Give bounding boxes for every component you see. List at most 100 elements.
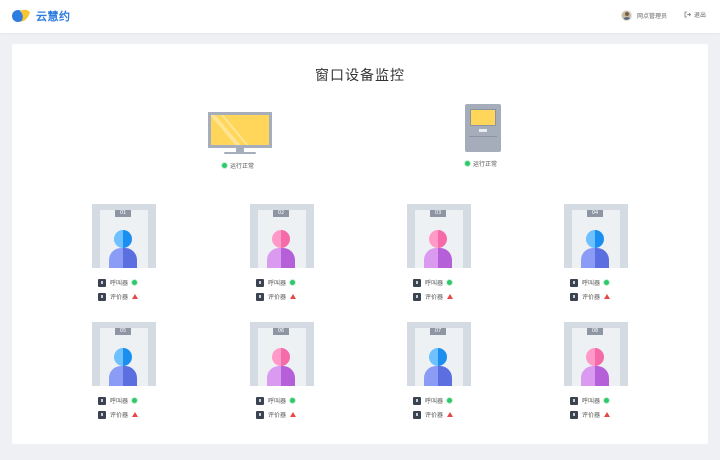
warning-icon bbox=[290, 412, 297, 417]
status-ok-icon bbox=[465, 161, 470, 166]
caller-icon bbox=[98, 278, 106, 287]
avatar bbox=[621, 10, 632, 21]
caller-icon bbox=[256, 278, 264, 287]
window-card[interactable]: 06 bbox=[250, 322, 314, 386]
caller-label: 呼叫器 bbox=[110, 280, 129, 287]
window-number: 05 bbox=[115, 328, 131, 335]
warning-icon bbox=[604, 294, 611, 299]
status-ok-icon bbox=[447, 280, 453, 285]
window-number: 01 bbox=[115, 210, 131, 217]
caller-label: 呼叫器 bbox=[582, 280, 601, 287]
caller-status-row[interactable]: 呼叫器 bbox=[98, 278, 138, 287]
evaluator-status-row[interactable]: 评价器 bbox=[98, 410, 139, 419]
window-card[interactable]: 01 bbox=[92, 204, 156, 268]
warning-icon bbox=[447, 294, 454, 299]
evaluator-icon bbox=[570, 410, 578, 419]
window-card[interactable]: 08 bbox=[564, 322, 628, 386]
person-head-icon bbox=[114, 230, 132, 248]
window-number: 04 bbox=[587, 210, 603, 217]
warning-icon bbox=[447, 412, 454, 417]
kiosk-device[interactable] bbox=[465, 104, 501, 152]
caller-icon bbox=[413, 278, 421, 287]
window-card[interactable]: 02 bbox=[250, 204, 314, 268]
person-body-icon bbox=[109, 366, 137, 386]
app-name: 云慧约 bbox=[36, 10, 71, 23]
window-card[interactable]: 04 bbox=[564, 204, 628, 268]
window-number: 07 bbox=[430, 328, 446, 335]
person-head-icon bbox=[429, 348, 447, 366]
evaluator-label: 评价器 bbox=[268, 412, 287, 419]
logout-icon bbox=[684, 11, 691, 18]
evaluator-status-row[interactable]: 评价器 bbox=[570, 292, 611, 301]
evaluator-label: 评价器 bbox=[268, 294, 287, 301]
person-head-icon bbox=[586, 348, 604, 366]
status-ok-icon bbox=[132, 280, 138, 285]
top-bar: 云慧约 网点管理员 退出 bbox=[0, 0, 720, 33]
caller-icon bbox=[98, 396, 106, 405]
user-name: 网点管理员 bbox=[637, 13, 668, 20]
warning-icon bbox=[290, 294, 297, 299]
caller-label: 呼叫器 bbox=[425, 398, 444, 405]
evaluator-label: 评价器 bbox=[425, 294, 444, 301]
caller-status-row[interactable]: 呼叫器 bbox=[256, 396, 296, 405]
person-body-icon bbox=[581, 366, 609, 386]
kiosk-icon bbox=[470, 109, 496, 126]
logout-button[interactable]: 退出 bbox=[684, 10, 706, 19]
evaluator-label: 评价器 bbox=[425, 412, 444, 419]
monitor-icon bbox=[208, 112, 272, 148]
caller-status-row[interactable]: 呼叫器 bbox=[413, 396, 453, 405]
evaluator-icon bbox=[256, 410, 264, 419]
window-number: 06 bbox=[273, 328, 289, 335]
status-ok-icon bbox=[222, 163, 227, 168]
evaluator-status-row[interactable]: 评价器 bbox=[256, 292, 297, 301]
caller-label: 呼叫器 bbox=[268, 398, 287, 405]
caller-label: 呼叫器 bbox=[268, 280, 287, 287]
caller-status-row[interactable]: 呼叫器 bbox=[413, 278, 453, 287]
evaluator-icon bbox=[98, 410, 106, 419]
evaluator-icon bbox=[570, 292, 578, 301]
page-title: 窗口设备监控 bbox=[315, 68, 405, 84]
person-body-icon bbox=[424, 248, 452, 268]
person-head-icon bbox=[272, 348, 290, 366]
caller-status-row[interactable]: 呼叫器 bbox=[256, 278, 296, 287]
person-body-icon bbox=[109, 248, 137, 268]
caller-status-row[interactable]: 呼叫器 bbox=[98, 396, 138, 405]
caller-status-row[interactable]: 呼叫器 bbox=[570, 396, 610, 405]
window-card[interactable]: 07 bbox=[407, 322, 471, 386]
evaluator-label: 评价器 bbox=[582, 412, 601, 419]
person-head-icon bbox=[429, 230, 447, 248]
person-body-icon bbox=[267, 248, 295, 268]
window-card[interactable]: 03 bbox=[407, 204, 471, 268]
evaluator-icon bbox=[413, 410, 421, 419]
caller-icon bbox=[256, 396, 264, 405]
warning-icon bbox=[132, 412, 139, 417]
warning-icon bbox=[604, 412, 611, 417]
evaluator-status-row[interactable]: 评价器 bbox=[256, 410, 297, 419]
evaluator-label: 评价器 bbox=[110, 412, 129, 419]
user-menu[interactable]: 网点管理员 bbox=[621, 10, 667, 21]
warning-icon bbox=[132, 294, 139, 299]
person-body-icon bbox=[424, 366, 452, 386]
logout-label: 退出 bbox=[694, 12, 707, 19]
caller-label: 呼叫器 bbox=[110, 398, 129, 405]
window-number: 08 bbox=[587, 328, 603, 335]
caller-label: 呼叫器 bbox=[582, 398, 601, 405]
status-ok-icon bbox=[290, 280, 296, 285]
evaluator-icon bbox=[413, 292, 421, 301]
status-ok-icon bbox=[604, 280, 610, 285]
evaluator-status-row[interactable]: 评价器 bbox=[98, 292, 139, 301]
status-ok-icon bbox=[290, 398, 296, 403]
window-card[interactable]: 05 bbox=[92, 322, 156, 386]
monitor-status: 运行正常 bbox=[222, 161, 254, 170]
evaluator-status-row[interactable]: 评价器 bbox=[413, 292, 454, 301]
evaluator-status-row[interactable]: 评价器 bbox=[570, 410, 611, 419]
window-number: 02 bbox=[273, 210, 289, 217]
caller-icon bbox=[570, 278, 578, 287]
evaluator-label: 评价器 bbox=[582, 294, 601, 301]
caller-status-row[interactable]: 呼叫器 bbox=[570, 278, 610, 287]
person-body-icon bbox=[267, 366, 295, 386]
app-logo[interactable]: 云慧约 bbox=[12, 8, 71, 24]
status-ok-icon bbox=[447, 398, 453, 403]
evaluator-status-row[interactable]: 评价器 bbox=[413, 410, 454, 419]
person-body-icon bbox=[581, 248, 609, 268]
